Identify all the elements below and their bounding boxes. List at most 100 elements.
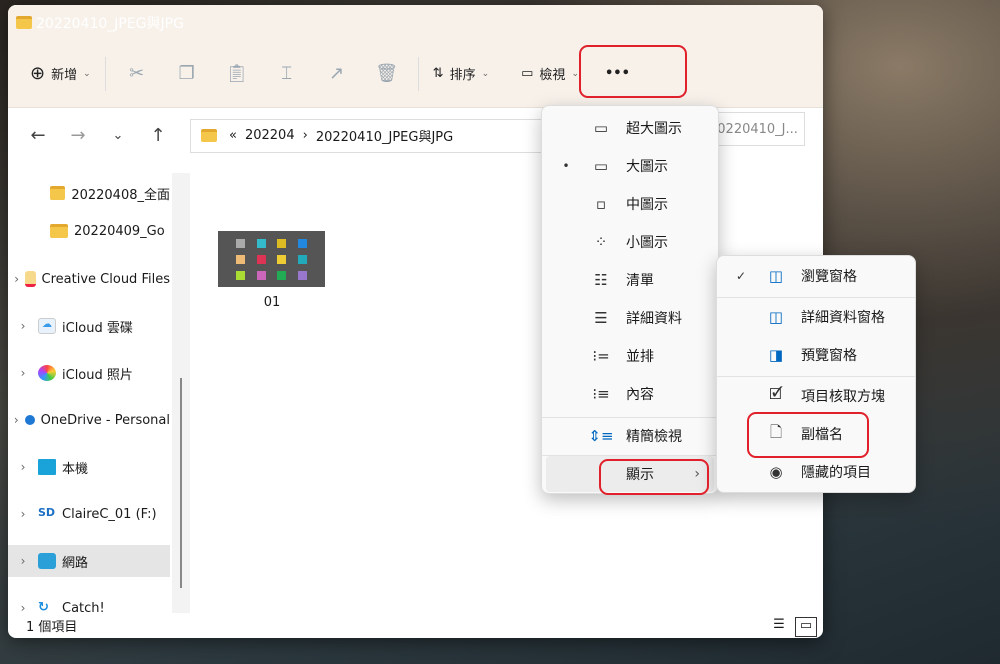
medium-icons-icon: ▫ [595,195,607,213]
navigation-pane: 20220408_全面 20220409_Go › Creative Cloud … [8,165,173,616]
sd-card-icon: SD [38,506,56,519]
menu-label: 詳細資料窗格 [801,310,885,326]
menu-item-details[interactable]: ☰ 詳細資料 [546,300,714,336]
details-icon: ☰ [594,309,608,327]
view-button[interactable]: ▭ 檢視 ⌄ [513,56,587,92]
menu-label: 大圖示 [626,159,668,175]
breadcrumb-segment[interactable]: 20220410_JPEG與JPG [316,126,453,145]
menu-item-item-checkboxes[interactable]: 🗹 項目核取方塊 [721,378,911,414]
forward-icon[interactable]: → [58,125,98,146]
nav-item[interactable]: › 本機 [8,451,170,483]
menu-item-compact-view[interactable]: ⇕≡ 精簡檢視 [546,418,714,454]
cut-icon[interactable]: ✂ [112,56,162,92]
menu-divider [717,297,915,298]
large-icons-view-icon[interactable]: ▭ [795,617,817,637]
sort-icon: ⇅ [432,66,444,81]
extra-large-icons-icon: ▭ [593,119,609,137]
nav-label: ClaireC_01 (F:) [62,506,157,522]
menu-item-tiles[interactable]: ⁝= 並排 [546,338,714,374]
menu-item-medium-icons[interactable]: ▫ 中圖示 [546,186,714,222]
menu-label: 預覽窗格 [801,348,857,364]
preview-pane-icon: ◨ [768,346,784,364]
chevron-right-icon[interactable]: › [8,413,25,427]
nav-label: 20220408_全面 [71,187,170,203]
recent-chevron-icon[interactable]: ⌄ [98,128,138,143]
chevron-right-icon[interactable]: › [8,460,38,474]
nav-item[interactable]: › Creative Cloud Files [8,263,170,295]
window-title: 20220410_JPEG與JPG [36,15,184,32]
chevron-right-icon[interactable]: › [8,554,38,568]
list-icon: ☷ [594,271,608,289]
menu-divider [717,376,915,377]
menu-label: 精簡檢視 [626,429,682,445]
icloud-photos-icon [38,365,56,381]
large-icons-icon: ▭ [593,157,609,175]
checkmark-icon: ✓ [735,269,747,283]
nav-label: iCloud 雲碟 [62,320,133,336]
up-icon[interactable]: ↑ [138,125,178,146]
status-bar: 1 個項目 ☰ ▭ [8,613,823,638]
details-view-icon[interactable]: ☰ [768,617,790,637]
menu-item-hidden-items[interactable]: ◉ 隱藏的項目 [721,454,911,490]
menu-item-extra-large-icons[interactable]: ▭ 超大圖示 [546,110,714,146]
chevron-down-icon: ⌄ [481,68,490,79]
nav-item[interactable]: › ☁ iCloud 雲碟 [8,310,170,342]
nav-item[interactable]: › SD ClaireC_01 (F:) [8,498,170,530]
menu-item-details-pane[interactable]: ◫ 詳細資料窗格 [721,299,911,335]
menu-label: 內容 [626,387,654,403]
this-pc-icon [38,459,56,475]
share-icon[interactable]: ↗ [312,56,362,92]
tiles-icon: ⁝= [592,347,610,365]
menu-item-content[interactable]: ⁝≡ 內容 [546,376,714,412]
menu-item-navigation-pane[interactable]: ✓ ◫ 瀏覽窗格 [721,258,911,294]
chevron-right-icon[interactable]: › [8,319,38,333]
menu-label: 項目核取方塊 [801,389,885,405]
nav-item[interactable]: 20220409_Go [8,215,170,247]
details-pane-icon: ◫ [768,308,784,326]
nav-item[interactable]: 20220408_全面 [8,177,170,209]
divider [104,56,106,91]
menu-label: 超大圖示 [626,121,682,137]
creative-cloud-icon [25,271,36,287]
breadcrumb-overflow[interactable]: « [229,128,237,143]
sort-button[interactable]: ⇅ 排序 ⌄ [425,56,497,92]
eye-icon: ◉ [769,463,783,481]
nav-label: OneDrive - Personal [40,412,170,428]
menu-item-small-icons[interactable]: ⁘ 小圖示 [546,224,714,260]
chevron-right-icon[interactable]: › [8,507,38,521]
nav-label: 本機 [62,461,89,477]
new-label: 新增 [51,68,78,83]
menu-label: 清單 [626,273,654,289]
view-label: 檢視 [539,68,566,83]
menu-item-large-icons[interactable]: • ▭ 大圖示 [546,148,714,184]
menu-label: 隱藏的項目 [801,465,871,481]
nav-item[interactable]: › iCloud 照片 [8,357,170,389]
menu-label: 並排 [626,349,654,365]
copy-icon[interactable]: ❐ [162,56,212,92]
menu-item-preview-pane[interactable]: ◨ 預覽窗格 [721,337,911,373]
selected-dot-icon: • [562,159,570,173]
scrollbar-thumb[interactable] [180,378,182,588]
folder-icon [50,186,66,200]
monitor-icon: ▭ [521,66,534,81]
menu-item-list[interactable]: ☷ 清單 [546,262,714,298]
address-bar[interactable]: « 202204 › 20220410_JPEG與JPG [190,118,585,153]
chevron-right-icon[interactable]: › [8,272,25,286]
nav-label: 網路 [62,555,89,571]
nav-scrollbar[interactable] [172,173,190,613]
chevron-right-icon[interactable]: › [8,366,38,380]
paste-icon[interactable]: 📋︎ [212,56,262,92]
nav-item[interactable]: › OneDrive - Personal [8,404,170,436]
new-button[interactable]: ⊕ 新增 ⌄ [22,56,99,92]
content-icon: ⁝≡ [592,385,610,403]
rename-icon[interactable]: ⌶ [262,56,312,92]
file-item[interactable]: 01 [218,231,326,310]
navigation-pane-icon: ◫ [768,267,784,285]
title-bar: 20220410_JPEG與JPG [8,5,823,40]
delete-icon[interactable]: 🗑︎ [362,56,412,92]
image-thumbnail [218,231,325,287]
breadcrumb-segment[interactable]: 202204 [245,128,295,143]
nav-item-selected[interactable]: › 網路 [8,545,170,577]
back-icon[interactable]: ← [18,125,58,146]
small-icons-icon: ⁘ [594,233,608,251]
